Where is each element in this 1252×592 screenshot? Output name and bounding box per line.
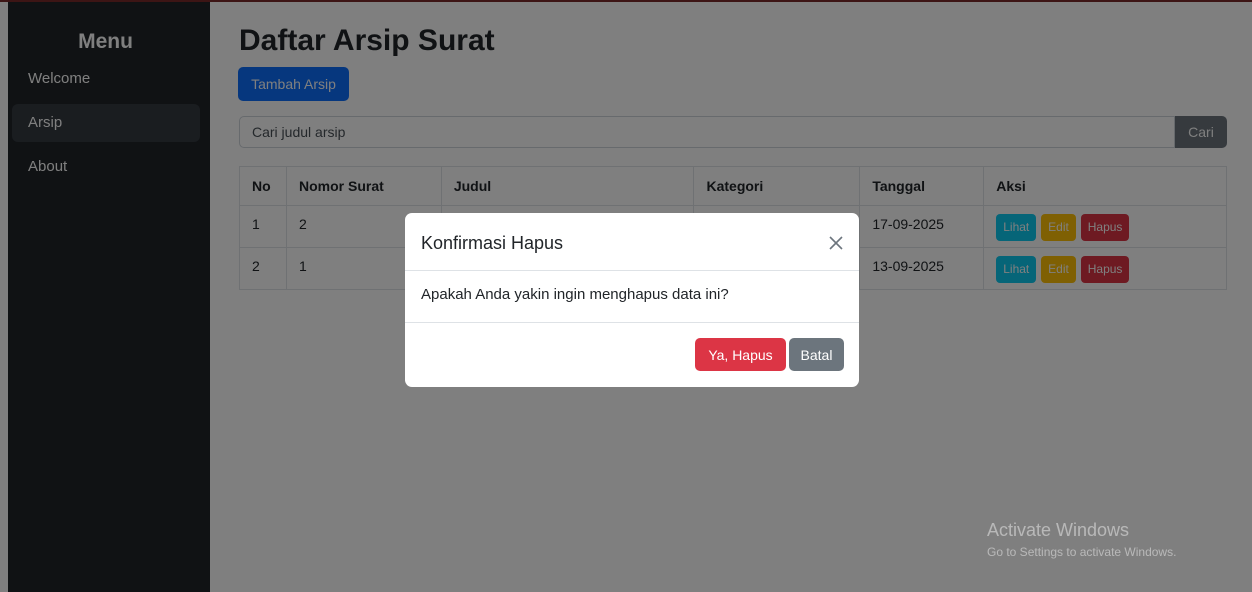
modal-message: Apakah Anda yakin ingin menghapus data i… <box>421 286 729 303</box>
confirm-delete-button[interactable]: Ya, Hapus <box>695 338 786 371</box>
watermark-subtitle: Go to Settings to activate Windows. <box>987 545 1177 559</box>
modal-footer-divider <box>405 322 859 323</box>
close-icon[interactable] <box>822 229 850 257</box>
watermark-title: Activate Windows <box>987 520 1130 540</box>
activate-windows-watermark: Activate Windows Go to Settings to activ… <box>987 520 1176 559</box>
modal-header-divider <box>405 270 859 271</box>
modal-title: Konfirmasi Hapus <box>421 233 564 253</box>
delete-confirm-modal: Konfirmasi Hapus Apakah Anda yakin ingin… <box>405 213 859 387</box>
cancel-button[interactable]: Batal <box>789 338 844 371</box>
